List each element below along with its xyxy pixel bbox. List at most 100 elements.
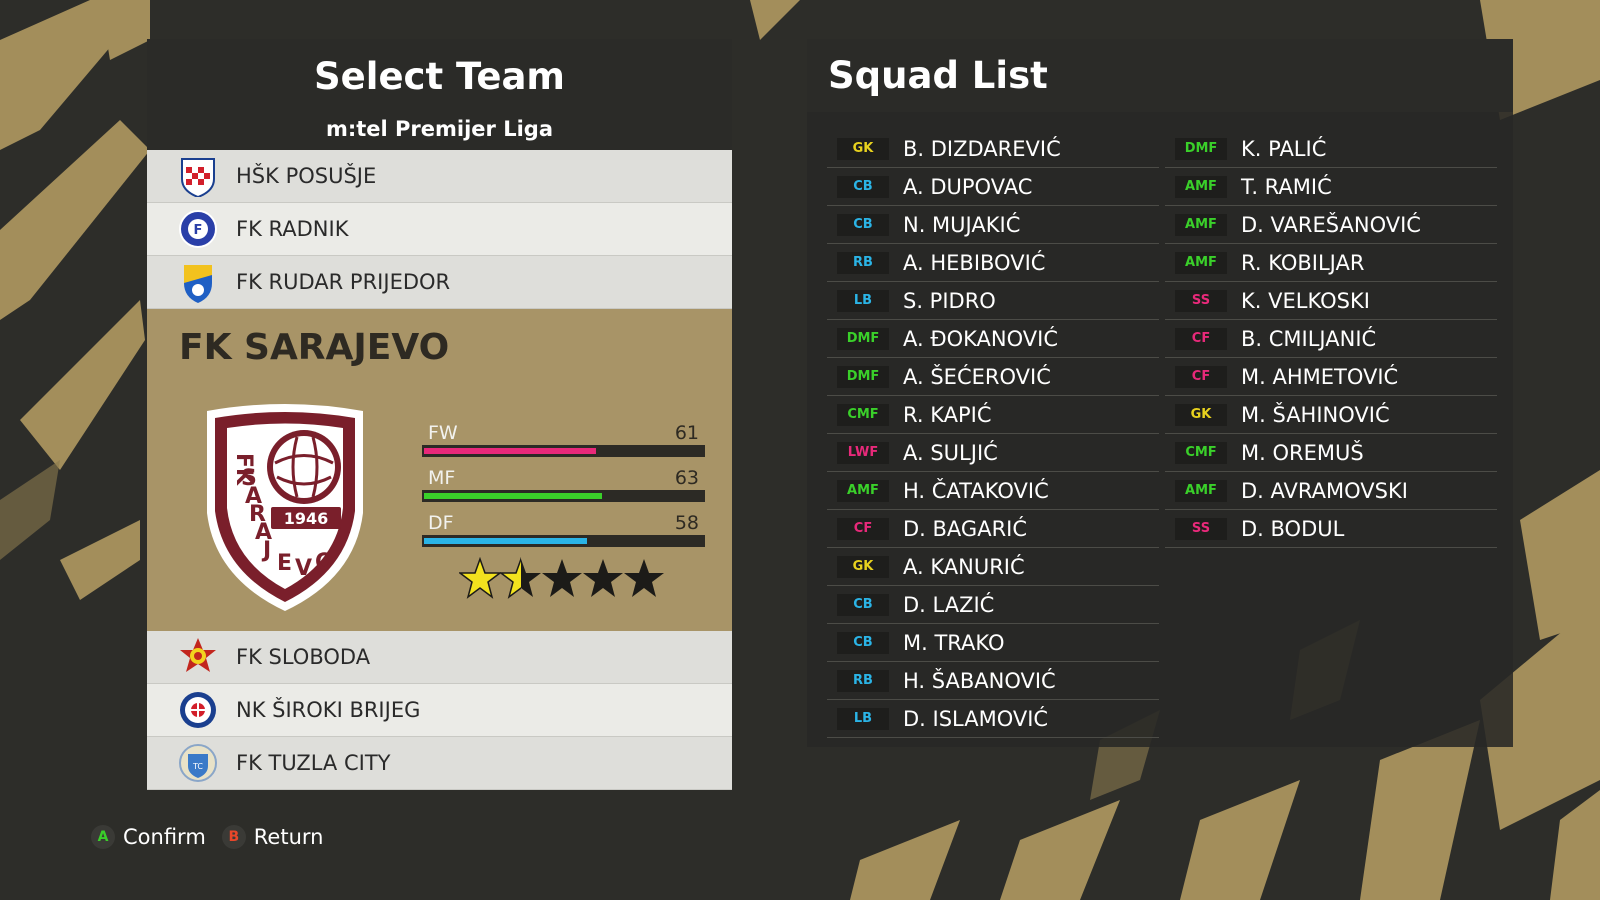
select-team-panel: Select Team m:tel Premijer Liga HŠK POSU…	[147, 39, 732, 790]
position-badge: CMF	[837, 403, 889, 426]
player-row[interactable]: CB M. TRAKO	[827, 624, 1159, 662]
sloboda-crest-icon	[178, 636, 218, 678]
player-name: A. KANURIĆ	[903, 554, 1025, 579]
stat-label: DF	[428, 512, 454, 534]
squad-column-left: GK B. DIZDAREVIĆ CB A. DUPOVAC CB N. MUJAKIĆ R…	[827, 130, 1159, 738]
player-row[interactable]: CMF R. KAPIĆ	[827, 396, 1159, 434]
player-name: R. KOBILJAR	[1241, 250, 1365, 275]
squad-list-panel: Squad List GK B. DIZDAREVIĆ CB A. DUPOVAC CB…	[807, 39, 1513, 747]
position-badge: RB	[837, 251, 889, 274]
selected-team-card[interactable]: FK SARAJEVO FK S A R A JE V O 1946 FW 61 MF 63 DF 58	[147, 309, 732, 631]
position-badge: AMF	[1175, 479, 1227, 502]
player-row[interactable]: CF D. BAGARIĆ	[827, 510, 1159, 548]
svg-text:F: F	[194, 223, 203, 238]
player-name: A. DUPOVAC	[903, 174, 1033, 199]
player-row[interactable]: CB A. DUPOVAC	[827, 168, 1159, 206]
player-name: N. MUJAKIĆ	[903, 212, 1021, 237]
team-row[interactable]: NK ŠIROKI BRIJEG	[147, 684, 732, 737]
player-row[interactable]: AMF H. ČATAKOVIĆ	[827, 472, 1159, 510]
player-row[interactable]: AMF T. RAMIĆ	[1165, 168, 1497, 206]
player-row[interactable]: CF B. CMILJANIĆ	[1165, 320, 1497, 358]
team-name: FK RADNIK	[236, 217, 349, 241]
stat-bar-fill	[424, 538, 587, 544]
team-name: FK RUDAR PRIJEDOR	[236, 270, 451, 294]
player-row[interactable]: AMF R. KOBILJAR	[1165, 244, 1497, 282]
position-badge: DMF	[1175, 137, 1227, 160]
b-button-icon: B	[221, 825, 246, 849]
position-badge: CMF	[1175, 441, 1227, 464]
star-icon	[582, 557, 624, 599]
return-label: Return	[253, 825, 324, 849]
team-row[interactable]: TC FK TUZLA CITY	[147, 737, 732, 790]
player-name: D. AVRAMOVSKI	[1241, 478, 1408, 503]
star-icon	[459, 557, 501, 599]
player-name: D. LAZIĆ	[903, 592, 995, 617]
player-name: A. ŠEĆEROVIĆ	[903, 364, 1051, 389]
position-badge: SS	[1175, 517, 1227, 540]
player-row[interactable]: LWF A. SULJIĆ	[827, 434, 1159, 472]
stat-value: 61	[674, 422, 699, 444]
player-name: K. VELKOSKI	[1241, 288, 1370, 313]
position-badge: RB	[837, 669, 889, 692]
player-row[interactable]: RB A. HEBIBOVIĆ	[827, 244, 1159, 282]
player-row[interactable]: LB D. ISLAMOVIĆ	[827, 700, 1159, 738]
team-row[interactable]: FK SLOBODA	[147, 631, 732, 684]
stat-bar-track	[422, 535, 705, 547]
player-name: D. VAREŠANOVIĆ	[1241, 212, 1421, 237]
player-name: H. ŠABANOVIĆ	[903, 668, 1056, 693]
player-row[interactable]: DMF K. PALIĆ	[1165, 130, 1497, 168]
player-row[interactable]: CF M. AHMETOVIĆ	[1165, 358, 1497, 396]
player-row[interactable]: RB H. ŠABANOVIĆ	[827, 662, 1159, 700]
player-name: H. ČATAKOVIĆ	[903, 478, 1049, 503]
player-row[interactable]: SS D. BODUL	[1165, 510, 1497, 548]
player-row[interactable]: CMF M. OREMUŠ	[1165, 434, 1497, 472]
team-name: HŠK POSUŠJE	[236, 164, 377, 188]
position-badge: GK	[1175, 403, 1227, 426]
stat-df: DF 58	[422, 512, 705, 552]
team-row[interactable]: FK RUDAR PRIJEDOR	[147, 256, 732, 309]
position-badge: CF	[837, 517, 889, 540]
star-icon	[500, 557, 542, 599]
confirm-button[interactable]: A Confirm	[91, 825, 206, 849]
return-button[interactable]: B Return	[221, 825, 324, 849]
player-name: A. ĐOKANOVIĆ	[903, 326, 1059, 351]
player-row[interactable]: CB D. LAZIĆ	[827, 586, 1159, 624]
player-row[interactable]: DMF A. ĐOKANOVIĆ	[827, 320, 1159, 358]
svg-text:TC: TC	[192, 762, 203, 771]
player-row[interactable]: SS K. VELKOSKI	[1165, 282, 1497, 320]
position-badge: CF	[1175, 365, 1227, 388]
siroki-brijeg-crest-icon	[178, 689, 218, 731]
player-row[interactable]: DMF A. ŠEĆEROVIĆ	[827, 358, 1159, 396]
player-row[interactable]: CB N. MUJAKIĆ	[827, 206, 1159, 244]
player-row[interactable]: GK B. DIZDAREVIĆ	[827, 130, 1159, 168]
squad-list-title: Squad List	[828, 54, 1048, 97]
position-badge: LB	[837, 289, 889, 312]
player-name: M. AHMETOVIĆ	[1241, 364, 1399, 389]
team-row[interactable]: F FK RADNIK	[147, 203, 732, 256]
position-badge: CB	[837, 631, 889, 654]
player-row[interactable]: GK M. ŠAHINOVIĆ	[1165, 396, 1497, 434]
button-hints: A Confirm B Return	[91, 822, 339, 852]
position-badge: LWF	[837, 441, 889, 464]
fk-sarajevo-crest-icon: FKS A R A JE V O1946	[207, 404, 363, 611]
position-badge: CB	[837, 593, 889, 616]
player-name: K. PALIĆ	[1241, 136, 1327, 161]
position-badge: CB	[837, 213, 889, 236]
player-row[interactable]: LB S. PIDRO	[827, 282, 1159, 320]
player-row[interactable]: AMF D. AVRAMOVSKI	[1165, 472, 1497, 510]
position-badge: AMF	[1175, 251, 1227, 274]
a-button-icon: A	[91, 825, 115, 849]
position-badge: GK	[837, 555, 889, 578]
player-name: B. DIZDAREVIĆ	[903, 136, 1061, 161]
team-row[interactable]: HŠK POSUŠJE	[147, 150, 732, 203]
player-name: A. SULJIĆ	[903, 440, 998, 465]
stat-mf: MF 63	[422, 467, 705, 507]
stat-label: MF	[428, 467, 456, 489]
player-name: R. KAPIĆ	[903, 402, 992, 427]
player-row[interactable]: GK A. KANURIĆ	[827, 548, 1159, 586]
crest-year: 1946	[284, 509, 329, 528]
player-row[interactable]: AMF D. VAREŠANOVIĆ	[1165, 206, 1497, 244]
squad-list-body: GK B. DIZDAREVIĆ CB A. DUPOVAC CB N. MUJAKIĆ R…	[807, 112, 1513, 747]
star-icon	[623, 557, 665, 599]
player-name: A. HEBIBOVIĆ	[903, 250, 1046, 275]
